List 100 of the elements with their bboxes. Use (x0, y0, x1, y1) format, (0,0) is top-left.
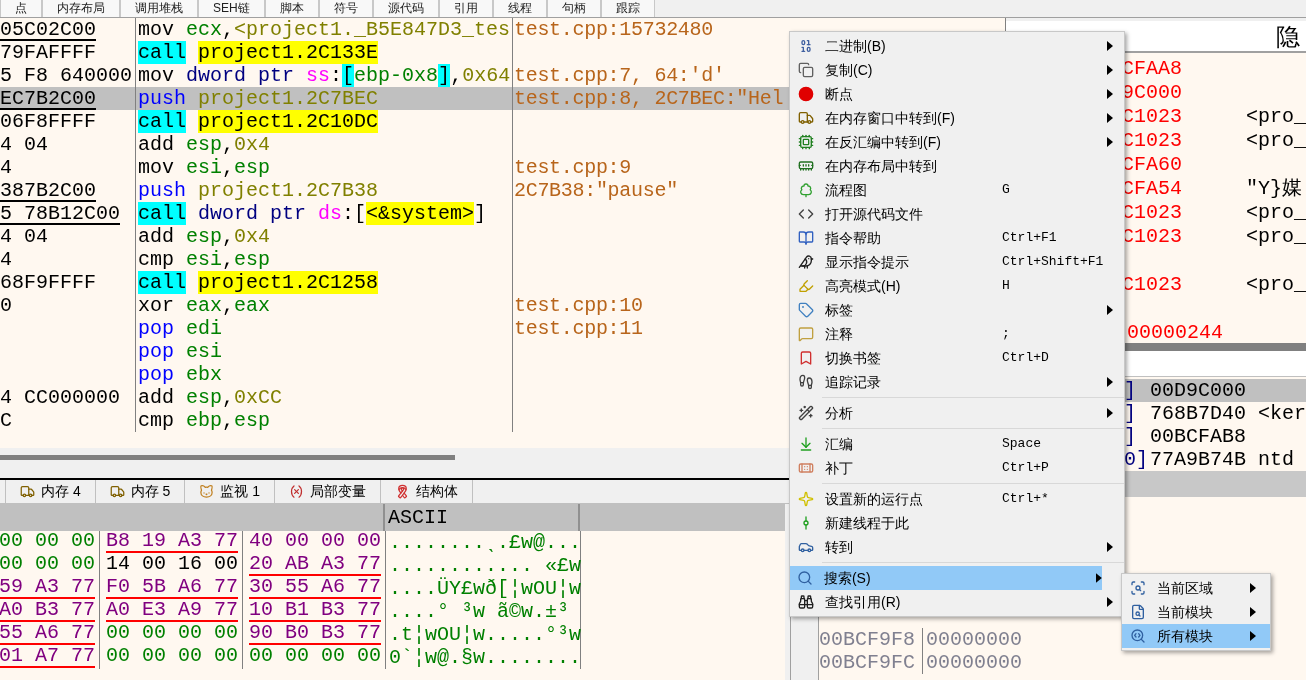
menu-item[interactable]: 注释 ; (790, 322, 1124, 346)
menu-item[interactable]: 复制(C) (790, 58, 1124, 82)
menu-item[interactable]: 查找引用(R) (790, 590, 1124, 614)
instruction: call dword ptr ds:[<&system>] (136, 202, 513, 225)
menu-item[interactable]: 切换书签 Ctrl+D (790, 346, 1124, 370)
register-comment: <pro_ (1245, 105, 1306, 129)
hex-bytes: 90 B0 B3 77 (248, 623, 381, 645)
bytes-cell: 5 78B12C00 (0, 203, 121, 225)
menu-item[interactable]: 二进制(B) (790, 34, 1124, 58)
menu-item[interactable]: 在反汇编中转到(F) (790, 130, 1124, 154)
column-header: ASCII (385, 504, 580, 531)
tab[interactable]: 符号 (318, 0, 373, 17)
bracket: ] (1123, 402, 1136, 425)
tab[interactable]: 调用堆栈 (120, 0, 198, 17)
stack-comment: ntd (1257, 448, 1294, 471)
comment: test.cpp:10 (514, 294, 643, 317)
bytes-cell: 5 F8 640000 (0, 65, 133, 87)
hex-bytes: 10 B1 B3 77 (248, 600, 381, 622)
menu-item[interactable]: 当前模块 (1122, 600, 1270, 624)
tab[interactable]: 内存布局 (42, 0, 120, 17)
comment: 2C7B38:"pause" (514, 179, 678, 202)
bracket: ] (1123, 379, 1136, 402)
hex-bytes: 01 A7 77 (0, 646, 95, 668)
instruction: pop ebx (136, 363, 513, 386)
bytes-cell: 4 (0, 157, 12, 179)
menu-item[interactable]: 设置新的运行点 Ctrl+* (790, 487, 1124, 511)
comment: test.cpp:11 (514, 317, 643, 340)
menu-item[interactable]: 流程图 G (790, 178, 1124, 202)
register-comment: "Y}媒 (1245, 177, 1302, 201)
menu-item[interactable]: 标签 (790, 298, 1124, 322)
ascii-text: ............ «£w (389, 554, 582, 577)
tab[interactable]: SEH链 (198, 0, 265, 17)
menu-item[interactable]: 高亮模式(H) H (790, 274, 1124, 298)
bytes-cell: 68F9FFFF (0, 272, 96, 294)
hex-bytes: 00 00 00 (0, 531, 95, 553)
stack-address: 00BCF9FC (819, 651, 923, 674)
instruction: pop esi (136, 340, 513, 363)
menu-item[interactable]: 显示指令提示 Ctrl+Shift+F1 (790, 250, 1124, 274)
hex-bytes: 00 00 00 (0, 554, 95, 576)
bracket: 0] (1123, 448, 1148, 471)
bytes-cell: 4 (0, 249, 12, 271)
tab[interactable]: 脚本 (264, 0, 319, 17)
bytes-cell: 4 04 (0, 134, 48, 156)
bytes-cell: EC7B2C00 (0, 88, 96, 110)
bytes-cell: 0 (0, 295, 12, 317)
hex-bytes: B8 19 A3 77 (105, 531, 238, 553)
menu-item[interactable]: 指令帮助 Ctrl+F1 (790, 226, 1124, 250)
hex-bytes: 14 00 16 00 (105, 554, 238, 576)
tab[interactable]: 引用 (438, 0, 493, 17)
stack-value: 77A9B74B (1149, 448, 1246, 471)
bytes-cell: 4 04 (0, 226, 48, 248)
menu-item[interactable]: 追踪记录 (790, 370, 1124, 394)
menu-item[interactable]: 汇编 Space (790, 432, 1124, 456)
ascii-text: 0`¦w@.§w........ (389, 646, 582, 669)
menu-item[interactable]: 在内存窗口中转到(F) (790, 106, 1124, 130)
stack-value: 768B7D40 (1149, 402, 1246, 425)
hex-bytes: 00 00 00 00 (105, 623, 238, 645)
menu-item[interactable]: 补丁 Ctrl+P (790, 456, 1124, 480)
hex-bytes: 30 55 A6 77 (248, 577, 381, 599)
comment: test.cpp:9 (514, 156, 632, 179)
bytes-cell: C (0, 410, 12, 432)
tab[interactable]: 点 (0, 0, 42, 17)
bytes-cell: 79FAFFFF (0, 42, 96, 64)
tab[interactable]: 源代码 (372, 0, 439, 17)
stack-comment: <ker (1257, 402, 1306, 425)
hex-bytes: 40 00 00 00 (248, 531, 381, 553)
comment: test.cpp:8, 2C7BEC:"Hel (514, 87, 784, 110)
tab[interactable]: 句柄 (546, 0, 601, 17)
hex-bytes: 00 00 00 00 (105, 646, 238, 668)
stack-value: 00D9C000 (1149, 379, 1246, 402)
tab[interactable]: 线程 (492, 0, 547, 17)
register-comment: <pro_ (1245, 225, 1306, 249)
tab[interactable]: 跟踪 (600, 0, 655, 17)
bytes-cell: 387B2C00 (0, 180, 96, 202)
menu-item[interactable]: 当前区域 (1122, 576, 1270, 600)
menu-item[interactable]: 搜索(S) (790, 566, 1102, 590)
register-comment: <pro_ (1245, 201, 1306, 225)
instruction: add esp,0xCC (136, 386, 513, 409)
hex-bytes: 59 A3 77 (0, 577, 95, 599)
instruction: cmp ebp,esp (136, 409, 513, 432)
instruction: pop edi (136, 317, 513, 340)
menu-item[interactable]: 断点 (790, 82, 1124, 106)
hex-bytes: 55 A6 77 (0, 623, 95, 645)
stack-value: 00BCFAB8 (1149, 425, 1246, 448)
ascii-text: ........ˎ.£w@... (389, 531, 582, 554)
menu-item[interactable]: 打开源代码文件 (790, 202, 1124, 226)
menu-item[interactable]: 分析 (790, 401, 1124, 425)
bytes-cell: 4 CC000000 (0, 387, 121, 409)
menu-item[interactable]: 在内存布局中转到 (790, 154, 1124, 178)
menu-item[interactable]: 新建线程于此 (790, 511, 1124, 535)
menu-item[interactable]: 所有模块 (1122, 624, 1270, 648)
register-comment: <pro_ (1245, 273, 1306, 297)
hex-bytes: F0 5B A6 77 (105, 577, 238, 599)
panel-header: 隐 (1276, 22, 1301, 51)
menu-item[interactable]: 转到 (790, 535, 1124, 559)
instruction: call project1.2C1258 (136, 271, 513, 294)
ascii-text: .t¦wOU¦w.....°³w (389, 623, 582, 646)
register-comment: <pro_ (1245, 129, 1306, 153)
bytes-cell: 06F8FFFF (0, 111, 96, 133)
ascii-text: ....ÜY£wð[¦wOU¦w (389, 577, 582, 600)
